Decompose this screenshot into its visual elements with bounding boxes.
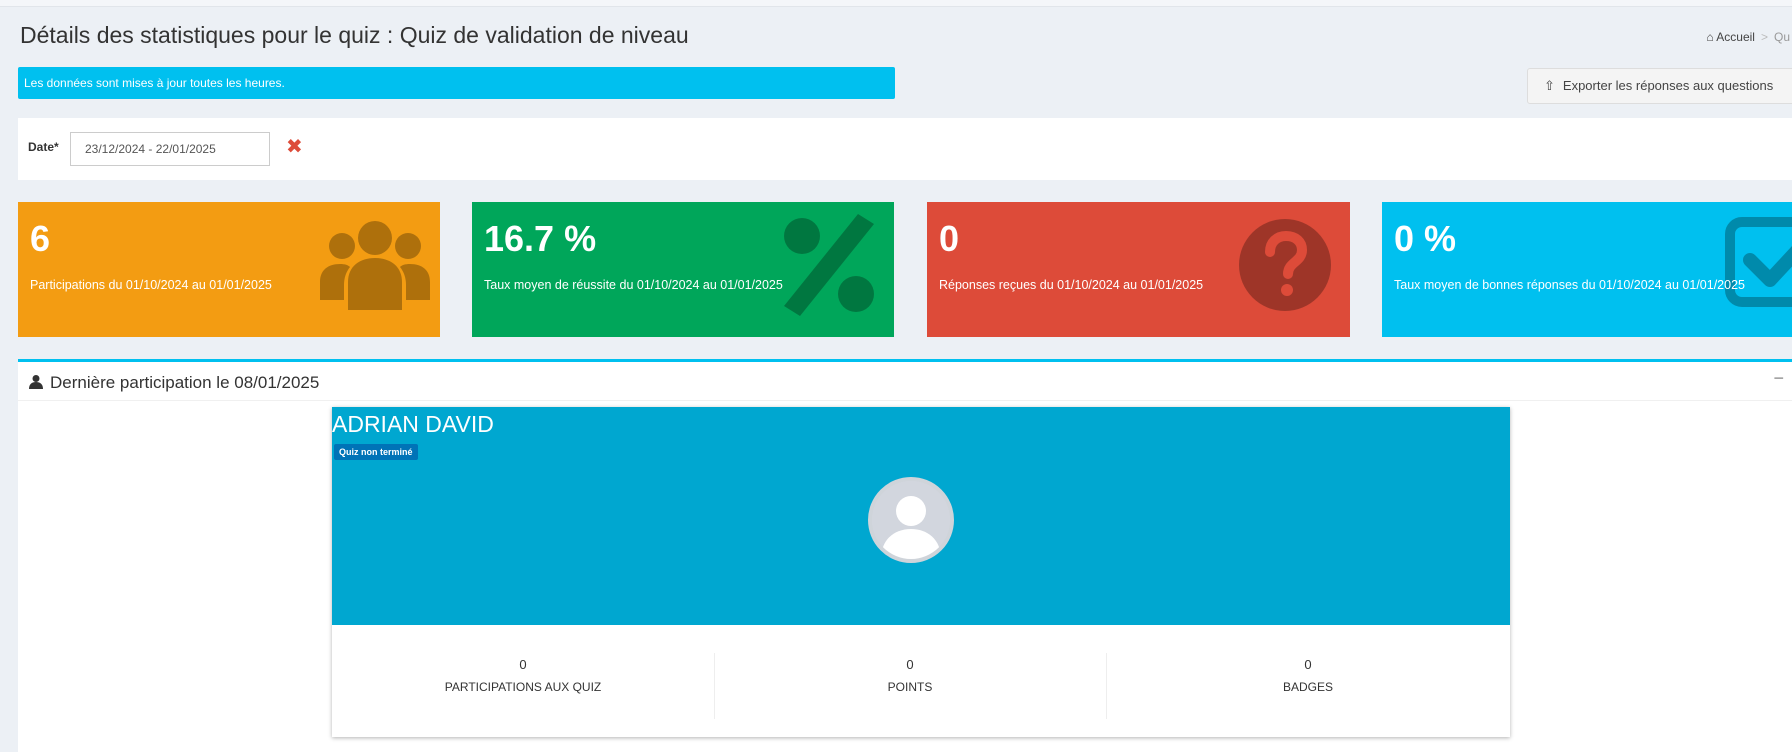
- user-stat-value: 0: [519, 657, 527, 672]
- stat-success-rate: 16.7 % Taux moyen de réussite du 01/10/2…: [472, 202, 894, 337]
- export-answers-button[interactable]: ⇧ Exporter les réponses aux questions: [1527, 68, 1792, 104]
- users-icon: [320, 221, 430, 310]
- breadcrumb-separator: >: [1760, 30, 1768, 44]
- stat-correct-answers: 0 % Taux moyen de bonnes réponses du 01/…: [1382, 202, 1792, 337]
- user-stat-label: PARTICIPATIONS AUX QUIZ: [444, 680, 602, 694]
- export-answers-label: Exporter les réponses aux questions: [1562, 78, 1774, 93]
- user-stat-points: 0 POINTS: [714, 653, 1107, 719]
- stat-responses: 0 Réponses reçues du 01/10/2024 au 01/01…: [927, 202, 1350, 337]
- user-stat-value: 0: [1304, 657, 1312, 672]
- check-square-icon: [1725, 217, 1792, 307]
- status-badge: Quiz non terminé: [334, 444, 418, 460]
- home-icon: ⌂: [1706, 30, 1714, 44]
- user-stat-participations: 0 PARTICIPATIONS AUX QUIZ: [332, 653, 715, 719]
- breadcrumb: ⌂ Accueil > Qu: [1706, 30, 1790, 44]
- stat-value: 0 %: [1394, 218, 1457, 259]
- percent-icon: [784, 214, 874, 316]
- collapse-button[interactable]: −: [1773, 368, 1784, 389]
- stat-value: 0: [939, 218, 960, 259]
- stat-participations: 6 Participations du 01/10/2024 au 01/01/…: [18, 202, 440, 337]
- user-stat-value: 0: [906, 657, 914, 672]
- user-avatar-icon: [872, 481, 950, 559]
- date-filter-box: Date* 23/12/2024 - 22/01/2025 ✖: [18, 118, 1792, 180]
- stat-description: Taux moyen de bonnes réponses du 01/10/2…: [1394, 278, 1745, 292]
- upload-icon: ⇧: [1544, 78, 1555, 93]
- page-title: Détails des statistiques pour le quiz : …: [20, 22, 689, 48]
- panel-title: Dernière participation le 08/01/2025: [50, 373, 320, 392]
- panel-header: Dernière participation le 08/01/2025 −: [18, 362, 1792, 401]
- user-name: ADRIAN DAVID: [332, 411, 494, 437]
- question-circle-icon: [1239, 219, 1331, 311]
- stat-value: 16.7 %: [484, 218, 597, 259]
- avatar: [868, 477, 954, 563]
- update-info-callout: Les données sont mises à jour toutes les…: [18, 67, 895, 99]
- user-widget: ADRIAN DAVID Quiz non terminé 0 PARTICIP…: [332, 407, 1510, 737]
- user-icon: [29, 375, 43, 389]
- user-stat-badges: 0 BADGES: [1106, 653, 1510, 719]
- breadcrumb-home-link[interactable]: Accueil: [1716, 30, 1755, 44]
- user-widget-header: ADRIAN DAVID Quiz non terminé: [332, 407, 1510, 625]
- times-icon[interactable]: ✖: [286, 136, 303, 158]
- top-bar: [0, 0, 1792, 7]
- breadcrumb-current: Qu: [1773, 30, 1790, 44]
- stat-description: Taux moyen de réussite du 01/10/2024 au …: [484, 278, 783, 292]
- user-stat-label: POINTS: [887, 680, 933, 694]
- date-range-input[interactable]: 23/12/2024 - 22/01/2025: [70, 132, 270, 166]
- stat-description: Participations du 01/10/2024 au 01/01/20…: [30, 278, 272, 292]
- user-stats-row: 0 PARTICIPATIONS AUX QUIZ 0 POINTS 0 BAD…: [332, 625, 1510, 737]
- last-participation-panel: Dernière participation le 08/01/2025 − A…: [18, 359, 1792, 752]
- date-label: Date*: [28, 140, 59, 154]
- user-stat-label: BADGES: [1282, 680, 1333, 694]
- stat-description: Réponses reçues du 01/10/2024 au 01/01/2…: [939, 278, 1204, 292]
- stat-value: 6: [30, 218, 51, 259]
